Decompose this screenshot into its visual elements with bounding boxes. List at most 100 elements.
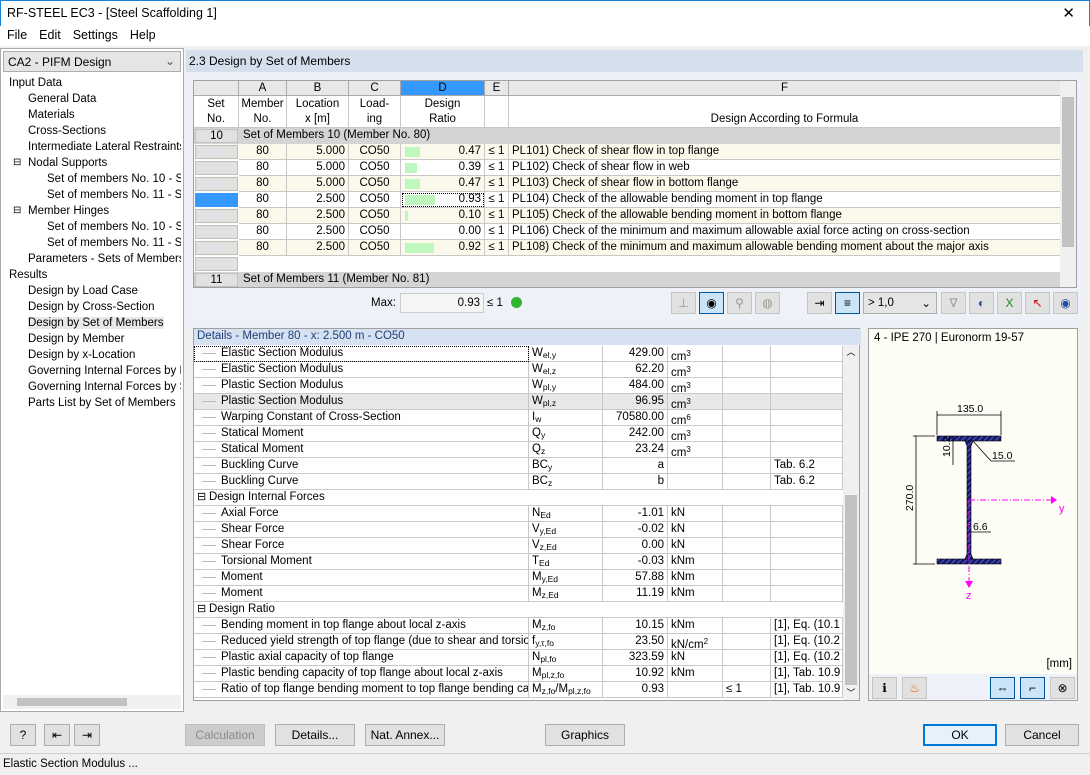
column-letter-c[interactable]: C	[349, 81, 401, 96]
filter-icon[interactable]: ∇	[941, 292, 966, 314]
group-number[interactable]: 10	[195, 129, 238, 143]
details-row[interactable]: Plastic bending capacity of top flange a…	[194, 666, 843, 682]
tree-item[interactable]: Governing Internal Forces by Se	[1, 379, 181, 395]
case-select[interactable]: CA2 - PIFM Design ⌄	[3, 51, 181, 72]
filter-select[interactable]: > 1,0 ⌄	[863, 292, 937, 314]
details-row[interactable]: Statical Moment Qz 23.24 cm3	[194, 442, 843, 458]
help-icon[interactable]: ?	[10, 724, 36, 746]
export-data-icon[interactable]: ⇥	[74, 724, 100, 746]
details-row[interactable]: Plastic Section Modulus Wpl,y 484.00 cm3	[194, 378, 843, 394]
column-letter-e[interactable]: E	[485, 81, 509, 96]
panel-title: 2.3 Design by Set of Members	[186, 50, 1083, 72]
select-pointer-icon[interactable]: ↖	[1025, 292, 1050, 314]
menu-file[interactable]: File	[0, 26, 32, 42]
row-selector[interactable]	[195, 161, 238, 175]
details-row[interactable]: Buckling Curve BCy a Tab. 6.2	[194, 458, 843, 474]
details-scrollbar[interactable]: ︿ ﹀	[843, 345, 859, 700]
row-selector[interactable]	[195, 209, 238, 223]
cancel-button[interactable]: Cancel	[1005, 724, 1079, 746]
member-view-button[interactable]: ◉	[699, 292, 724, 314]
tree-item[interactable]: Set of members No. 11 - Set	[1, 235, 181, 251]
details-row[interactable]: Plastic Section Modulus Wpl,z 96.95 cm3	[194, 394, 843, 410]
tree-item[interactable]: General Data	[1, 91, 181, 107]
details-row[interactable]: Statical Moment Qy 242.00 cm3	[194, 426, 843, 442]
collapse-icon[interactable]: ⊟	[13, 155, 21, 171]
tree-item[interactable]: Results	[1, 267, 181, 283]
column-letter-f[interactable]: F	[509, 81, 1061, 96]
export-icon[interactable]: ⇥	[807, 292, 832, 314]
import-icon[interactable]: ⇤	[44, 724, 70, 746]
group-number[interactable]: 11	[195, 273, 238, 287]
details-row[interactable]: Shear Force Vz,Ed 0.00 kN	[194, 538, 843, 554]
close-icon[interactable]: ✕	[1062, 4, 1075, 22]
row-selector[interactable]	[195, 177, 238, 191]
tree-item[interactable]: Intermediate Lateral Restraints	[1, 139, 181, 155]
details-group[interactable]: ⊟ Design Ratio	[194, 602, 843, 618]
support-view-button[interactable]: ⚲	[727, 292, 752, 314]
info-icon[interactable]: ℹ	[872, 677, 897, 699]
tree-item[interactable]: Design by x-Location	[1, 347, 181, 363]
row-selector[interactable]	[195, 241, 238, 255]
menu-settings[interactable]: Settings	[66, 26, 123, 42]
tree-item[interactable]: Design by Load Case	[1, 283, 181, 299]
details-row[interactable]: Reduced yield strength of top flange (du…	[194, 634, 843, 650]
horizontal-scrollbar[interactable]	[3, 695, 181, 709]
fire-view-button[interactable]: ◍	[755, 292, 780, 314]
details-row[interactable]: Torsional Moment TEd -0.03 kNm	[194, 554, 843, 570]
param-name: Plastic axial capacity of top flange	[194, 650, 529, 666]
details-row[interactable]: Moment My,Ed 57.88 kNm	[194, 570, 843, 586]
details-row[interactable]: Plastic axial capacity of top flange Npl,…	[194, 650, 843, 666]
tree-item[interactable]: Design by Cross-Section	[1, 299, 181, 315]
menu-edit[interactable]: Edit	[32, 26, 66, 42]
dimension-x-icon[interactable]: ⇔	[990, 677, 1015, 699]
section-view-button[interactable]: ⊥	[671, 292, 696, 314]
tree-item[interactable]: Set of members No. 11 - Set	[1, 187, 181, 203]
collapse-icon[interactable]: ⊟	[197, 602, 206, 615]
tree-item[interactable]: Materials	[1, 107, 181, 123]
details-row[interactable]: Elastic Section Modulus Wel,z 62.20 cm3	[194, 362, 843, 378]
bar-chart-icon[interactable]: ≡	[835, 292, 860, 314]
tree-item[interactable]: Input Data	[1, 75, 181, 91]
tree-item[interactable]: Design by Set of Members	[1, 315, 181, 331]
details-row[interactable]: Ratio of top flange bending moment to to…	[194, 682, 843, 698]
details-row[interactable]: Moment Mz,Ed 11.19 kNm	[194, 586, 843, 602]
fire-icon[interactable]: ♨	[902, 677, 927, 699]
row-selector[interactable]	[195, 145, 238, 159]
tree-item[interactable]: ⊟ Member Hinges	[1, 203, 181, 219]
tree-item[interactable]: Set of members No. 10 - Set	[1, 219, 181, 235]
details-row[interactable]: Elastic Section Modulus Wel,y 429.00 cm3	[194, 346, 843, 362]
tree-item[interactable]: Design by Member	[1, 331, 181, 347]
details-row[interactable]: Warping Constant of Cross-Section Iw 70580…	[194, 410, 843, 426]
tree-item[interactable]: ⊟ Nodal Supports	[1, 155, 181, 171]
view-eye-icon[interactable]: ◉	[1053, 292, 1078, 314]
zoom-reset-icon[interactable]: ⊗	[1050, 677, 1075, 699]
tree-item[interactable]: Parts List by Set of Members	[1, 395, 181, 411]
excel-export-icon[interactable]: X	[997, 292, 1022, 314]
tree-item[interactable]: Set of members No. 10 - Set	[1, 171, 181, 187]
details-row[interactable]: Buckling Curve BCz b Tab. 6.2	[194, 474, 843, 490]
collapse-icon[interactable]: ⊟	[197, 490, 206, 503]
graphics-button[interactable]: Graphics	[545, 724, 625, 746]
color-scale-icon[interactable]: ◐	[969, 292, 994, 314]
tree-item[interactable]: Governing Internal Forces by Me	[1, 363, 181, 379]
collapse-icon[interactable]: ⊟	[13, 203, 21, 219]
table-scrollbar[interactable]	[1060, 81, 1076, 287]
column-letter-a[interactable]: A	[239, 81, 287, 96]
calculation-button[interactable]: Calculation	[185, 724, 265, 746]
details-button[interactable]: Details...	[275, 724, 355, 746]
row-selector[interactable]	[195, 225, 238, 239]
details-row[interactable]: Shear Force Vy,Ed -0.02 kN	[194, 522, 843, 538]
ok-button[interactable]: OK	[923, 724, 997, 746]
tree-item[interactable]: Parameters - Sets of Members	[1, 251, 181, 267]
axes-icon[interactable]: ⌐	[1020, 677, 1045, 699]
column-letter-b[interactable]: B	[287, 81, 349, 96]
details-row[interactable]: Axial Force NEd -1.01 kN	[194, 506, 843, 522]
menu-help[interactable]: Help	[123, 26, 161, 42]
row-selector[interactable]	[195, 257, 238, 271]
column-letter-d[interactable]: D	[401, 81, 485, 96]
row-selector[interactable]	[195, 193, 238, 207]
tree-item[interactable]: Cross-Sections	[1, 123, 181, 139]
nat-annex-button[interactable]: Nat. Annex...	[365, 724, 445, 746]
details-row[interactable]: Bending moment in top flange about local…	[194, 618, 843, 634]
details-group[interactable]: ⊟ Design Internal Forces	[194, 490, 843, 506]
